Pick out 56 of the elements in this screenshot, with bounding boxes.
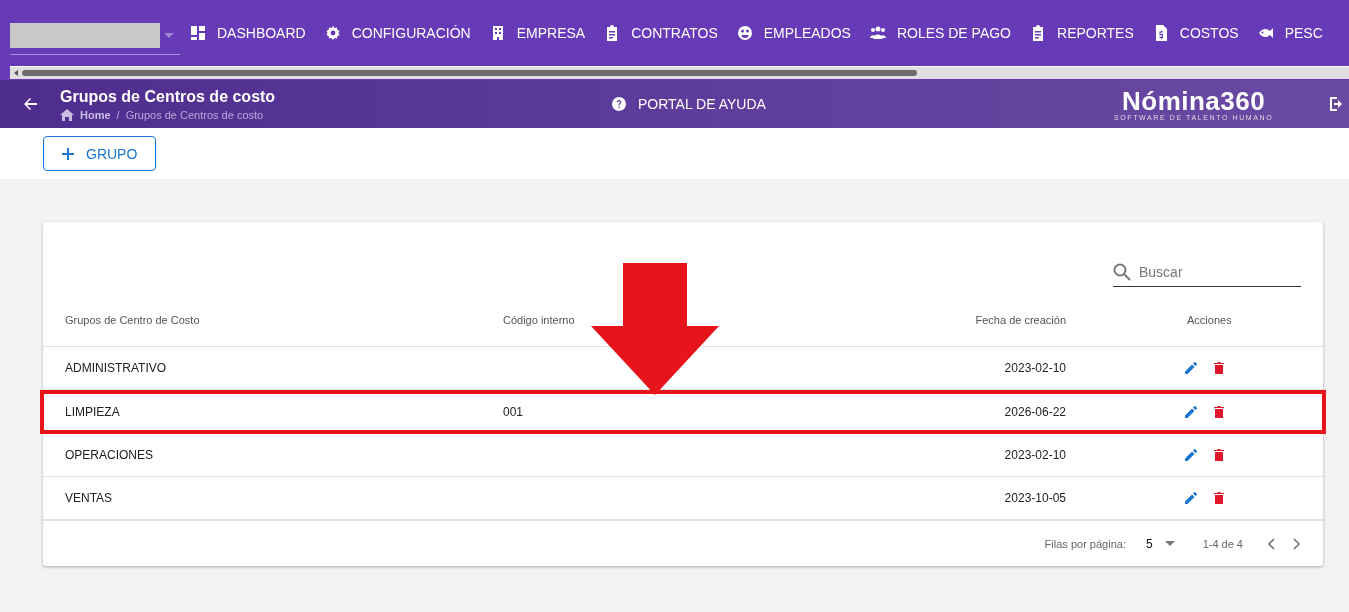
rows-per-page-select[interactable]: 5 bbox=[1145, 536, 1153, 551]
help-icon bbox=[612, 97, 626, 111]
column-header: Código interno bbox=[503, 314, 575, 326]
next-page-icon[interactable] bbox=[1293, 537, 1301, 550]
edit-icon[interactable] bbox=[1185, 406, 1197, 418]
caret-icon bbox=[1164, 541, 1175, 546]
table-cell: OPERACIONES bbox=[65, 448, 154, 462]
delete-icon[interactable] bbox=[1214, 492, 1224, 504]
clipboard-icon bbox=[1030, 25, 1046, 41]
delete-icon[interactable] bbox=[1214, 449, 1224, 461]
column-header: Fecha de creación bbox=[975, 314, 1066, 326]
table-cell: 2026-06-22 bbox=[1004, 405, 1066, 419]
breadcrumb-current: Grupos de Centros de costo bbox=[125, 108, 264, 121]
plus-icon bbox=[62, 147, 74, 160]
horizontal-scrollbar[interactable] bbox=[10, 66, 1349, 79]
breadcrumb-separator: / bbox=[116, 108, 120, 121]
logout-icon[interactable] bbox=[1329, 96, 1345, 112]
table-cell: LIMPIEZA bbox=[65, 405, 120, 419]
help-portal-link[interactable]: PORTAL DE AYUDA bbox=[612, 96, 1092, 112]
nav-tab[interactable]: DASHBOARD bbox=[190, 25, 306, 41]
nav-tab[interactable]: EMPLEADOS bbox=[736, 25, 851, 41]
column-header: Acciones bbox=[1187, 314, 1232, 326]
search-icon bbox=[1113, 263, 1131, 281]
company-select[interactable] bbox=[10, 23, 180, 55]
rows-per-page-label: Filas por página: bbox=[1044, 537, 1126, 550]
people-icon bbox=[869, 25, 886, 41]
page-title: Grupos de Centros de costo bbox=[60, 87, 277, 106]
pagination-range: 1-4 de 4 bbox=[1202, 537, 1243, 550]
delete-icon[interactable] bbox=[1214, 362, 1224, 374]
home-icon bbox=[60, 108, 74, 121]
gear-icon bbox=[324, 25, 341, 41]
face-icon bbox=[736, 25, 753, 41]
column-header: Grupos de Centro de Costo bbox=[65, 314, 200, 326]
delete-icon[interactable] bbox=[1214, 406, 1224, 418]
scroll-left-icon[interactable] bbox=[14, 70, 18, 76]
table-cell: 2023-02-10 bbox=[1004, 361, 1066, 375]
table-cell: ADMINISTRATIVO bbox=[65, 361, 167, 375]
nav-tab[interactable]: CONTRATOS bbox=[604, 25, 718, 41]
edit-icon[interactable] bbox=[1185, 449, 1197, 461]
edit-icon[interactable] bbox=[1185, 492, 1197, 504]
nav-tab[interactable]: EMPRESA bbox=[489, 25, 586, 41]
nav-tab[interactable]: CONFIGURACIÓN bbox=[324, 25, 471, 41]
add-group-button[interactable]: GRUPO bbox=[43, 136, 157, 171]
breadcrumb-link[interactable]: Home bbox=[60, 108, 111, 121]
table-cell: 2023-10-05 bbox=[1004, 491, 1066, 505]
table-cell: 2023-02-10 bbox=[1004, 448, 1066, 462]
nav-tab[interactable]: ROLES DE PAGO bbox=[869, 25, 1011, 41]
caret-icon bbox=[164, 33, 174, 38]
edit-icon[interactable] bbox=[1185, 362, 1197, 374]
table-cell: 001 bbox=[503, 405, 524, 419]
previous-page-icon[interactable] bbox=[1267, 537, 1275, 550]
nav-tab[interactable]: PESC bbox=[1257, 25, 1323, 41]
dashboard-icon bbox=[190, 25, 206, 41]
nav-tab[interactable]: REPORTES bbox=[1030, 25, 1134, 41]
table-cell: VENTAS bbox=[65, 491, 113, 505]
nav-tab[interactable]: COSTOS bbox=[1152, 25, 1239, 41]
